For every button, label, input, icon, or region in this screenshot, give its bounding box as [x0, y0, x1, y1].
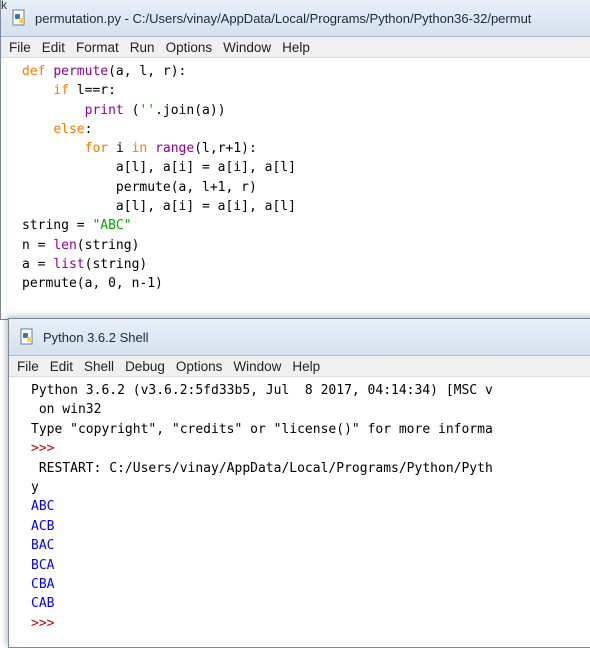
shell-line: y — [31, 478, 590, 497]
code-line-token — [22, 122, 53, 137]
code-line-token — [22, 103, 85, 118]
code-line: a = list(string) — [22, 255, 590, 274]
code-line-token: for — [84, 141, 116, 157]
code-line-token: '' — [139, 102, 156, 118]
shell-menu-help[interactable]: Help — [292, 359, 320, 374]
edge-text: k — [1, 0, 7, 12]
code-line: permute(a, l+1, r) — [22, 178, 590, 197]
code-line-token: string = — [22, 218, 93, 234]
code-line-token: n = — [22, 237, 54, 253]
shell-line-token: >>> — [31, 441, 63, 457]
shell-menu-edit[interactable]: Edit — [50, 359, 73, 374]
editor-code-area[interactable]: def permute(a, l, r): if l==r: print (''… — [1, 58, 590, 294]
code-line: for i in range(l,r+1): — [22, 139, 590, 158]
shell-output-area[interactable]: Python 3.6.2 (v3.6.2:5fd33b5, Jul 8 2017… — [9, 377, 590, 633]
editor-titlebar[interactable]: permutation.py - C:/Users/vinay/AppData/… — [1, 0, 590, 37]
code-line-token: i — [115, 141, 132, 157]
code-line: def permute(a, l, r): — [22, 62, 590, 81]
shell-line: RESTART: C:/Users/vinay/AppData/Local/Pr… — [31, 459, 590, 478]
shell-line-token: RESTART: C:/Users/vinay/AppData/Local/Pr… — [31, 460, 493, 476]
editor-menu-window[interactable]: Window — [223, 40, 271, 55]
code-line-token: range — [155, 141, 195, 157]
shell-line-token: CAB — [31, 596, 55, 612]
shell-line-token: Python 3.6.2 (v3.6.2:5fd33b5, Jul 8 2017… — [31, 383, 493, 398]
code-line-token: a = — [22, 256, 54, 272]
code-line: a[l], a[i] = a[i], a[l] — [22, 197, 590, 216]
code-line-token: : — [84, 121, 93, 137]
shell-line: on win32 — [31, 400, 590, 419]
shell-menu-shell[interactable]: Shell — [84, 359, 114, 374]
code-line-token: len — [53, 237, 77, 253]
code-line-token: l==r: — [76, 83, 116, 99]
code-line-token: (l,r+1): — [194, 141, 257, 157]
shell-menu-file[interactable]: File — [17, 359, 39, 374]
code-line: if l==r: — [22, 81, 590, 100]
code-line: n = len(string) — [22, 236, 590, 255]
shell-menubar: File Edit Shell Debug Options Window Help — [9, 356, 590, 377]
shell-line: BCA — [31, 556, 590, 575]
code-line-token: (string) — [84, 256, 148, 272]
shell-titlebar[interactable]: Python 3.6.2 Shell — [9, 319, 590, 356]
python-shell-icon — [20, 328, 33, 345]
shell-menu-window[interactable]: Window — [233, 359, 281, 374]
code-line-token: if — [53, 83, 77, 99]
shell-window: Python 3.6.2 Shell File Edit Shell Debug Opt… — [8, 318, 590, 648]
code-line: permute(a, 0, n-1) — [22, 274, 590, 293]
code-line: string = "ABC" — [22, 216, 590, 235]
code-line-token — [22, 141, 85, 156]
code-line-token: "ABC" — [92, 218, 132, 234]
shell-line-token: y — [31, 479, 39, 495]
shell-line-token: ABC — [31, 499, 55, 515]
shell-line: CAB — [31, 594, 590, 613]
code-line-token: def — [22, 64, 54, 79]
editor-menu-format[interactable]: Format — [76, 40, 119, 55]
shell-line-token: Type "copyright", "credits" or "license(… — [31, 421, 493, 437]
code-line-token: else — [53, 121, 85, 137]
code-line-token — [22, 83, 53, 98]
shell-title: Python 3.6.2 Shell — [43, 329, 149, 345]
shell-line: ABC — [31, 497, 590, 516]
editor-menu-edit[interactable]: Edit — [42, 40, 65, 55]
editor-menu-run[interactable]: Run — [130, 40, 155, 55]
shell-line: Type "copyright", "credits" or "license(… — [31, 420, 590, 439]
python-file-icon — [12, 9, 25, 26]
code-line-token: in — [131, 141, 156, 157]
editor-menu-file[interactable]: File — [9, 40, 31, 55]
shell-line: >>> — [31, 614, 590, 633]
shell-line: BAC — [31, 536, 590, 555]
code-line-token: permute — [53, 64, 109, 79]
shell-line-token: BAC — [31, 538, 55, 554]
shell-line-token: BCA — [31, 557, 55, 573]
editor-menu-help[interactable]: Help — [282, 40, 310, 55]
editor-title: permutation.py - C:/Users/vinay/AppData/… — [35, 10, 532, 26]
code-line-token: permute(a, 0, n-1) — [22, 276, 163, 292]
code-line-token: .join(a)) — [155, 102, 226, 118]
shell-line-token: ACB — [31, 518, 55, 534]
shell-menu-options[interactable]: Options — [176, 359, 223, 374]
code-line: a[l], a[i] = a[i], a[l] — [22, 158, 590, 177]
code-line-token: (string) — [76, 237, 140, 253]
shell-line-token: >>> — [31, 615, 63, 631]
shell-line: Python 3.6.2 (v3.6.2:5fd33b5, Jul 8 2017… — [31, 381, 590, 400]
shell-line: CBA — [31, 575, 590, 594]
code-line-token: a[l], a[i] = a[i], a[l] — [22, 160, 296, 176]
editor-menubar: File Edit Format Run Options Window Help — [1, 37, 590, 58]
shell-line-token: CBA — [31, 576, 55, 592]
editor-menu-options[interactable]: Options — [166, 40, 213, 55]
shell-line: >>> — [31, 439, 590, 458]
shell-menu-debug[interactable]: Debug — [125, 359, 165, 374]
code-line-token: list — [53, 256, 85, 272]
code-line-token: print — [84, 102, 132, 118]
code-line-token: a[l], a[i] = a[i], a[l] — [22, 199, 296, 215]
code-line-token: (a, l, r): — [108, 64, 187, 79]
code-line-token: permute(a, l+1, r) — [22, 179, 257, 195]
code-line: else: — [22, 120, 590, 139]
editor-window: permutation.py - C:/Users/vinay/AppData/… — [0, 0, 590, 320]
code-line: print (''.join(a)) — [22, 101, 590, 120]
shell-line: ACB — [31, 517, 590, 536]
shell-line-token: on win32 — [31, 402, 102, 418]
